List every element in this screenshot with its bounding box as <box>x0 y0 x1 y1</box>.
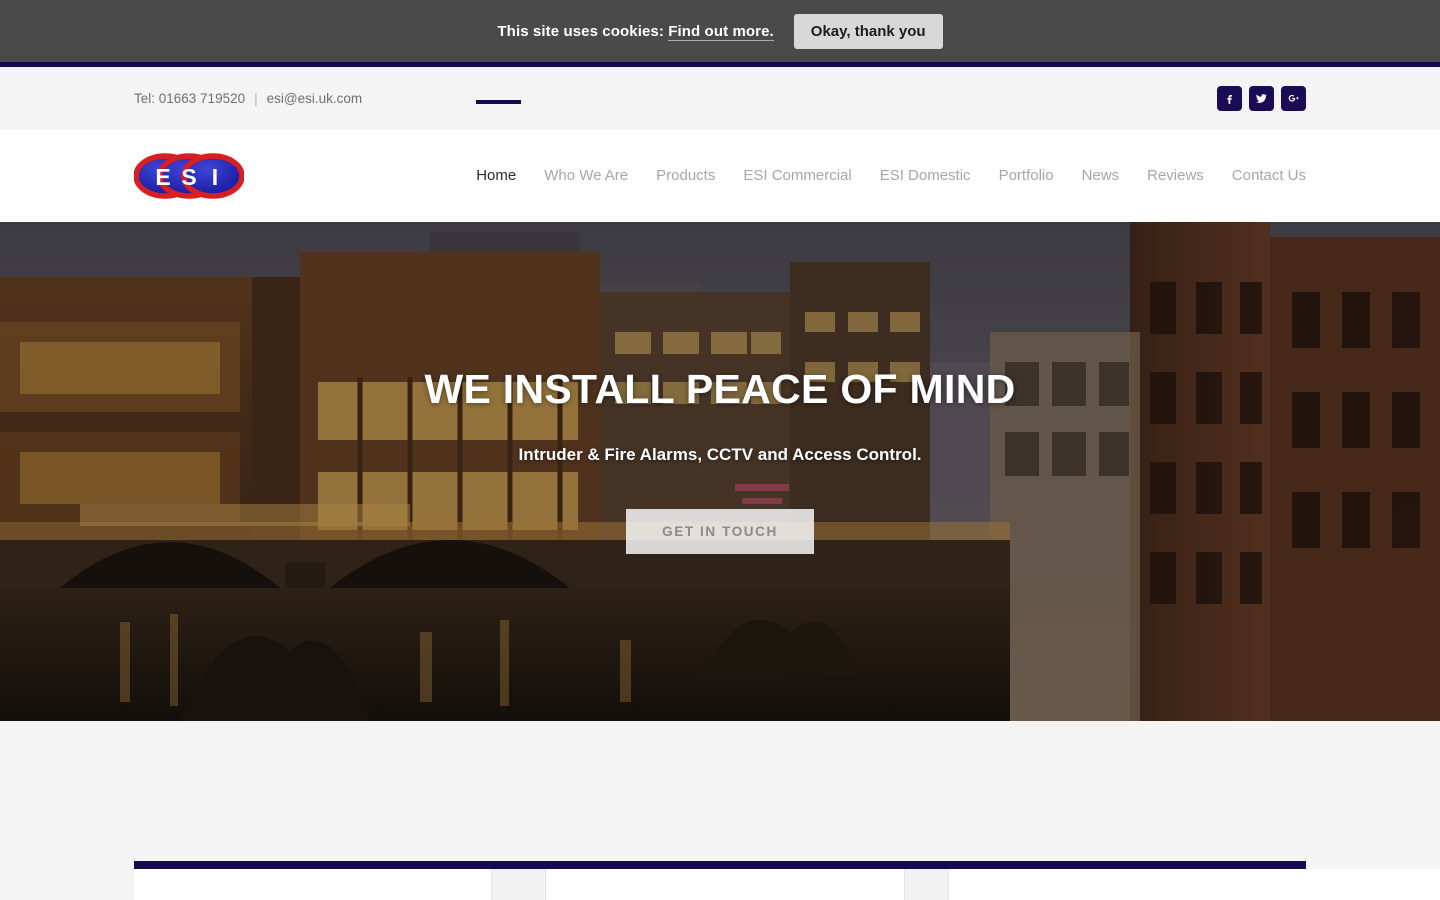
nav-item-products[interactable]: Products <box>642 130 729 222</box>
top-contact-bar: Tel: 01663 719520 | esi@esi.uk.com <box>0 67 1440 130</box>
nav-item-reviews[interactable]: Reviews <box>1133 130 1218 222</box>
get-in-touch-button[interactable]: GET IN TOUCH <box>626 509 814 554</box>
cookie-banner: This site uses cookies: Find out more. O… <box>0 0 1440 62</box>
carousel-gap <box>491 869 546 900</box>
phone-link[interactable]: Tel: 01663 719520 <box>134 91 245 106</box>
site-header: E S I Home Who We Are Products ESI Comme… <box>0 100 1440 222</box>
cookie-find-out-more-link[interactable]: Find out more. <box>668 22 774 41</box>
cookie-accept-button[interactable]: Okay, thank you <box>793 13 943 49</box>
nav-item-who-we-are[interactable]: Who We Are <box>530 130 642 222</box>
logo-carousel-strip <box>134 869 1440 900</box>
carousel-slide[interactable] <box>134 869 491 900</box>
esi-logo: E S I <box>134 153 244 199</box>
contact-info: Tel: 01663 719520 | esi@esi.uk.com <box>134 91 362 106</box>
hero-banner: WE INSTALL PEACE OF MIND Intruder & Fire… <box>0 222 1440 721</box>
svg-text:S: S <box>181 164 196 190</box>
nav-item-news[interactable]: News <box>1068 130 1134 222</box>
nav-item-esi-domestic[interactable]: ESI Domestic <box>866 130 985 222</box>
cookie-message: This site uses cookies: Find out more. <box>497 22 774 41</box>
section-top-rule <box>134 861 1306 869</box>
nav-item-contact-us[interactable]: Contact Us <box>1218 130 1306 222</box>
svg-text:I: I <box>212 164 218 190</box>
main-navigation: Home Who We Are Products ESI Commercial … <box>462 100 1306 222</box>
svg-text:E: E <box>155 164 170 190</box>
nav-item-esi-commercial[interactable]: ESI Commercial <box>729 130 865 222</box>
hero-title: WE INSTALL PEACE OF MIND <box>424 366 1016 412</box>
carousel-slide[interactable] <box>949 869 1440 900</box>
cookie-message-text: This site uses cookies: <box>497 22 664 40</box>
carousel-gap <box>904 869 949 900</box>
contact-separator: | <box>254 91 258 106</box>
email-link[interactable]: esi@esi.uk.com <box>267 91 362 106</box>
hero-subtitle: Intruder & Fire Alarms, CCTV and Access … <box>518 445 922 464</box>
google-plus-icon[interactable] <box>1281 86 1306 111</box>
lower-section <box>0 721 1440 900</box>
social-links <box>1217 86 1306 111</box>
twitter-icon[interactable] <box>1249 86 1274 111</box>
nav-item-home[interactable]: Home <box>462 100 530 222</box>
nav-item-portfolio[interactable]: Portfolio <box>985 130 1068 222</box>
facebook-icon[interactable] <box>1217 86 1242 111</box>
carousel-slide[interactable] <box>546 869 904 900</box>
logo-link[interactable]: E S I <box>134 151 244 201</box>
hero-content: WE INSTALL PEACE OF MIND Intruder & Fire… <box>0 222 1440 721</box>
